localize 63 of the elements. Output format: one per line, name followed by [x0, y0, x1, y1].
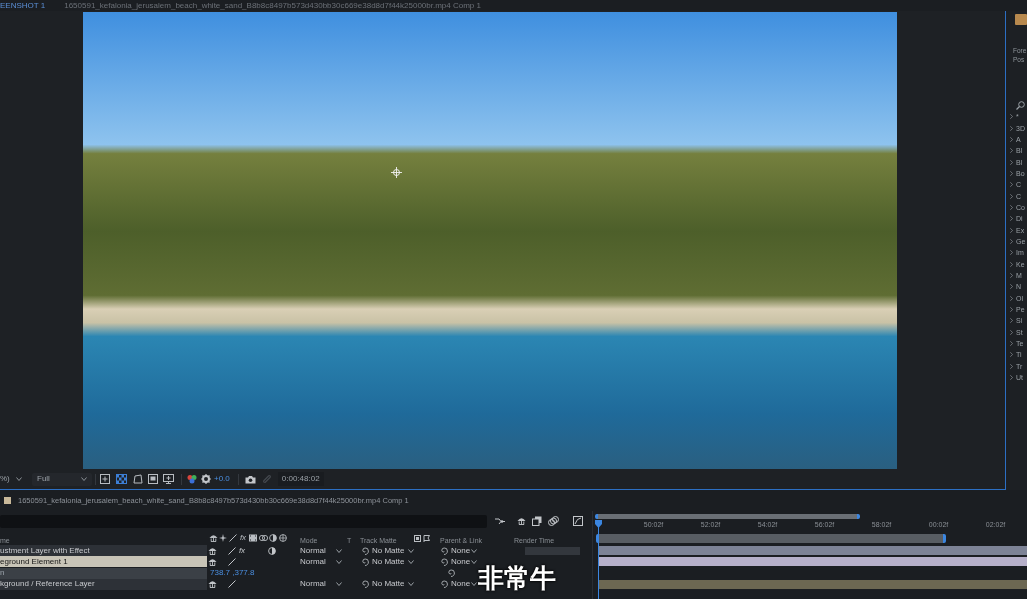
caret-icon: [408, 582, 414, 587]
caret-icon: [15, 477, 22, 481]
polygon-icon[interactable]: [133, 474, 143, 484]
color-swatch-icon: [1015, 14, 1027, 25]
parent-dropdown[interactable]: None: [451, 555, 477, 568]
house-icon[interactable]: [207, 557, 217, 566]
house-icon[interactable]: [517, 517, 526, 525]
layer-name[interactable]: kground / Reference Layer: [0, 578, 207, 590]
gear-icon[interactable]: [201, 474, 211, 484]
chevron-icon[interactable]: [1010, 273, 1013, 278]
house-icon[interactable]: [208, 534, 218, 542]
spiral-icon[interactable]: [361, 580, 369, 589]
half-circle-icon[interactable]: [268, 546, 276, 555]
label-swatch-icon: [4, 497, 11, 504]
layer-name[interactable]: ustment Layer with Effect: [0, 545, 207, 556]
checkerboard-icon[interactable]: [116, 474, 127, 484]
search-icon[interactable]: [1016, 101, 1025, 110]
chevron-icon[interactable]: [1010, 307, 1013, 312]
camera-icon[interactable]: [244, 474, 256, 484]
track-matte-dropdown[interactable]: No Matte: [372, 578, 414, 591]
sparkle-icon[interactable]: [219, 534, 227, 542]
slash-icon[interactable]: [228, 580, 236, 589]
layer-bar[interactable]: [598, 557, 1027, 567]
caret-icon: [336, 582, 342, 587]
property-name[interactable]: n: [0, 567, 207, 579]
half-circle-icon[interactable]: [269, 534, 277, 542]
color-dots-icon[interactable]: [187, 474, 197, 484]
parent-dropdown[interactable]: None: [451, 544, 477, 557]
frame-plus-icon[interactable]: [100, 474, 110, 484]
circles-icon[interactable]: [258, 534, 268, 542]
fx-switch[interactable]: fx: [238, 544, 246, 557]
film-icon[interactable]: [249, 534, 257, 542]
caret-icon: [471, 582, 477, 587]
mode-dropdown[interactable]: Normal: [300, 578, 342, 591]
fx-switch-header[interactable]: fx: [239, 532, 247, 544]
parent-dropdown[interactable]: None: [451, 578, 477, 591]
track-matte-dropdown[interactable]: No Matte: [372, 555, 414, 568]
subtitle-text: 非常牛: [478, 565, 556, 592]
circles-icon[interactable]: [548, 516, 559, 526]
house-icon[interactable]: [207, 546, 217, 555]
monitor-icon[interactable]: [163, 474, 174, 484]
zoom-dropdown[interactable]: %): [0, 472, 26, 486]
film-stack-icon[interactable]: [532, 516, 542, 526]
tab[interactable]: EENSHOT 1: [0, 0, 49, 11]
sphere-icon[interactable]: [279, 534, 287, 542]
track-matte-dropdown[interactable]: No Matte: [372, 544, 414, 557]
caret-icon: [81, 477, 87, 481]
frame-icon[interactable]: [148, 474, 158, 484]
exposure-value[interactable]: +0.0: [214, 473, 230, 485]
flowchart-icon[interactable]: [495, 516, 505, 526]
square-icon[interactable]: [414, 534, 421, 542]
flag-icon[interactable]: [423, 534, 430, 542]
graph-icon[interactable]: [573, 516, 583, 526]
resolution-dropdown[interactable]: Full: [32, 472, 92, 486]
property-value[interactable]: 738.7 ,377.8: [210, 568, 255, 578]
timecode-field[interactable]: 0:00:48:02: [277, 472, 324, 486]
tab[interactable]: 1650591_kefalonia_jerusalem_beach_white_sand_B8b8c8497b573d430bb30c669e38d8d7f44k25000br.mp4 Comp 1: [64, 0, 481, 11]
house-icon[interactable]: [207, 580, 217, 589]
mode-dropdown[interactable]: Normal: [300, 544, 342, 557]
layer-name[interactable]: eground Element 1: [0, 556, 207, 568]
playhead[interactable]: [595, 520, 602, 599]
crosshair-icon[interactable]: [391, 167, 402, 178]
mode-dropdown[interactable]: Normal: [300, 555, 342, 568]
